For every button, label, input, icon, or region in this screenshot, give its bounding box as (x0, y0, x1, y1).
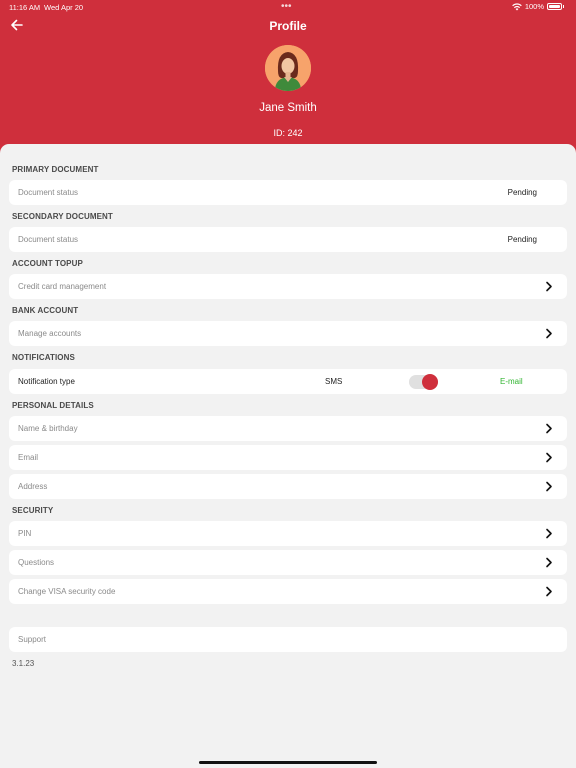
secondary-document-status-row[interactable]: Document status Pending (9, 227, 567, 252)
chevron-right-icon (546, 328, 552, 339)
profile-sheet: PRIMARY DOCUMENT Document status Pending… (0, 144, 576, 768)
wifi-icon (512, 2, 522, 10)
profile-header: 11:16 AM Wed Apr 20 ••• 100% Profile Jan… (0, 0, 576, 160)
row-label: Address (18, 482, 48, 491)
chevron-right-icon (546, 481, 552, 492)
row-label: PIN (18, 529, 32, 538)
battery-nub (563, 5, 564, 8)
section-personal-details: PERSONAL DETAILS (12, 401, 94, 410)
row-label: Notification type (18, 377, 75, 386)
row-label: Change VISA security code (18, 587, 116, 596)
section-notifications: NOTIFICATIONS (12, 353, 75, 362)
email-option[interactable]: E-mail (500, 377, 523, 386)
section-primary-document: PRIMARY DOCUMENT (12, 165, 99, 174)
page-title: Profile (269, 19, 307, 33)
row-label: Credit card management (18, 282, 107, 291)
status-value: Pending (507, 235, 537, 244)
user-id: ID: 242 (273, 128, 303, 138)
chevron-right-icon (546, 528, 552, 539)
avatar-illustration (265, 45, 311, 91)
app-version: 3.1.23 (12, 659, 35, 668)
notification-type-row: Notification type SMS E-mail (9, 369, 567, 394)
section-secondary-document: SECONDARY DOCUMENT (12, 212, 113, 221)
row-label: Email (18, 453, 39, 462)
primary-document-status-row[interactable]: Document status Pending (9, 180, 567, 205)
name-birthday-row[interactable]: Name & birthday (9, 416, 567, 441)
status-bar: 11:16 AM Wed Apr 20 ••• 100% (0, 0, 576, 14)
status-value: Pending (507, 188, 537, 197)
home-indicator[interactable] (199, 761, 377, 764)
status-right: 100% (512, 2, 564, 11)
row-label: Support (18, 635, 47, 644)
user-avatar[interactable] (265, 45, 311, 91)
toggle-knob (422, 374, 438, 390)
chevron-right-icon (546, 586, 552, 597)
multitasking-dots-icon[interactable]: ••• (281, 1, 292, 12)
support-row[interactable]: Support (9, 627, 567, 652)
section-security: SECURITY (12, 506, 54, 515)
row-label: Document status (18, 235, 79, 244)
chevron-right-icon (546, 557, 552, 568)
user-name: Jane Smith (259, 102, 317, 114)
section-bank-account: BANK ACCOUNT (12, 306, 79, 315)
chevron-right-icon (546, 281, 552, 292)
status-time: 11:16 AM (9, 3, 41, 12)
section-account-topup: ACCOUNT TOPUP (12, 259, 83, 268)
questions-row[interactable]: Questions (9, 550, 567, 575)
row-label: Manage accounts (18, 329, 82, 338)
battery-percent: 100% (524, 2, 544, 11)
change-visa-security-code-row[interactable]: Change VISA security code (9, 579, 567, 604)
row-label: Name & birthday (18, 424, 78, 433)
notification-type-toggle[interactable] (409, 374, 438, 390)
chevron-right-icon (546, 452, 552, 463)
row-label: Document status (18, 188, 79, 197)
address-row[interactable]: Address (9, 474, 567, 499)
chevron-right-icon (546, 423, 552, 434)
sms-option[interactable]: SMS (325, 377, 342, 386)
status-date: Wed Apr 20 (44, 3, 84, 12)
email-row[interactable]: Email (9, 445, 567, 470)
row-label: Questions (18, 558, 55, 567)
manage-accounts-row[interactable]: Manage accounts (9, 321, 567, 346)
battery-icon (547, 3, 562, 10)
pin-row[interactable]: PIN (9, 521, 567, 546)
credit-card-management-row[interactable]: Credit card management (9, 274, 567, 299)
